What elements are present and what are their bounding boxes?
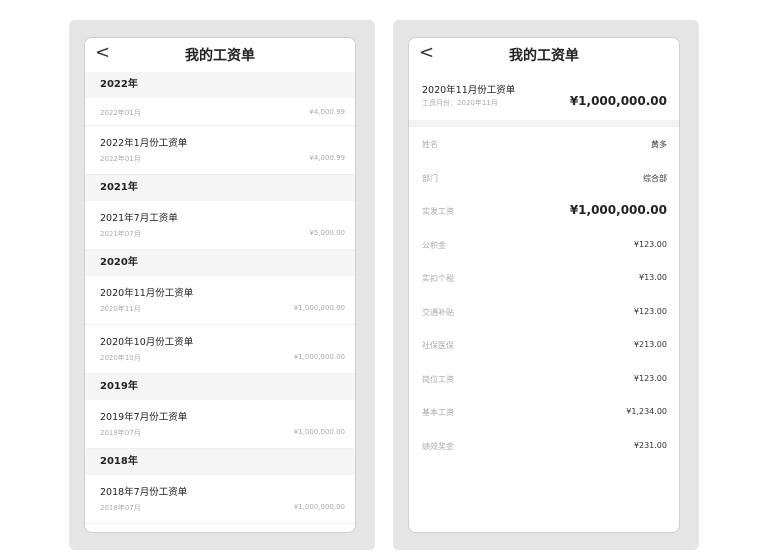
payslip-detail-panel: < 我的工资单 2020年11月份工资单 工资月份：2020年11月 ¥1,00…: [393, 20, 699, 550]
payslip-list-item[interactable]: 2021年7月工资单 2021年07月 ¥5,000.00: [85, 201, 355, 250]
payslip-item-name: 2021年7月工资单: [100, 213, 178, 224]
payslip-item-amount: ¥5,000.00: [309, 229, 345, 237]
payslip-item-amount: ¥1,000,000.00: [293, 428, 345, 436]
payslip-total: ¥1,000,000.00: [569, 94, 667, 108]
payslip-list-item[interactable]: 2022年01月 ¥4,000.99: [85, 98, 355, 126]
nav-bar: < 我的工资单: [85, 38, 355, 72]
page-title: 我的工资单: [509, 48, 579, 64]
detail-value: ¥123.00: [633, 373, 667, 383]
payslip-item-date: 2020年10月: [100, 354, 141, 362]
year-header: 2020年: [85, 250, 355, 276]
payslip-list: 2022年 2022年01月 ¥4,000.99 2022年1月份工资单 2022年01…: [85, 72, 355, 524]
detail-value: ¥1,234.00: [626, 407, 667, 416]
detail-label: 交通补贴: [422, 307, 454, 317]
detail-row: 社保医保 ¥213.00: [409, 328, 679, 362]
payslip-item-name: 2020年11月份工资单: [100, 288, 194, 299]
payslip-item-name: 2018年7月份工资单: [100, 487, 188, 498]
payslip-list-item[interactable]: 2020年10月份工资单 2020年10月 ¥1,000,000.00: [85, 325, 355, 374]
detail-value: ¥1,000,000.00: [569, 203, 667, 217]
detail-row: 绩效奖金 ¥231.00: [409, 429, 679, 463]
detail-label: 基本工资: [422, 408, 454, 417]
divider: [409, 120, 679, 127]
payslip-item-date: 2022年01月: [100, 109, 141, 117]
payslip-list-item[interactable]: 2019年7月份工资单 2019年07月 ¥1,000,000.00: [85, 400, 355, 449]
nav-bar: < 我的工资单: [409, 38, 679, 72]
payslip-item-amount: ¥4,000.99: [309, 108, 345, 116]
detail-label: 绩效奖金: [422, 441, 454, 451]
payslip-item-amount: ¥1,000,000.00: [293, 503, 345, 511]
year-header: 2021年: [85, 175, 355, 201]
detail-row: 交通补贴 ¥123.00: [409, 295, 679, 329]
detail-label: 姓名: [422, 140, 438, 149]
detail-value: ¥123.00: [633, 306, 667, 316]
year-header: 2019年: [85, 374, 355, 400]
detail-row: 部门 综合部: [409, 161, 679, 195]
detail-label: 公积金: [422, 240, 446, 250]
detail-label: 部门: [422, 173, 438, 183]
payslip-item-amount: ¥4,000.99: [309, 154, 345, 162]
payslip-item-amount: ¥1,000,000.00: [293, 353, 345, 361]
detail-label: 实扣个税: [422, 274, 454, 283]
payslip-item-name: 2022年1月份工资单: [100, 138, 188, 149]
detail-value: 黄多: [651, 140, 667, 149]
detail-value: ¥213.00: [633, 340, 667, 349]
payslip-item-date: 2021年07月: [100, 230, 141, 238]
detail-value: 综合部: [643, 173, 667, 183]
detail-label: 实发工资: [422, 207, 454, 216]
detail-row: 基本工资 ¥1,234.00: [409, 395, 679, 429]
payslip-item-name: 2020年10月份工资单: [100, 337, 194, 348]
year-header: 2018年: [85, 449, 355, 475]
detail-row: 公积金 ¥123.00: [409, 228, 679, 262]
detail-value: ¥231.00: [633, 440, 667, 450]
payslip-summary: 2020年11月份工资单 工资月份：2020年11月 ¥1,000,000.00: [409, 72, 679, 120]
detail-value: ¥123.00: [633, 239, 667, 249]
detail-row: 岗位工资 ¥123.00: [409, 362, 679, 396]
payslip-list-item[interactable]: 2022年1月份工资单 2022年01月 ¥4,000.99: [85, 126, 355, 175]
detail-row: 姓名 黄多: [409, 127, 679, 161]
payslip-item-date: 2019年07月: [100, 429, 141, 437]
payslip-detail-list: 姓名 黄多部门 综合部实发工资 ¥1,000,000.00 公积金 ¥123.00 实扣个税…: [409, 127, 679, 462]
page-title: 我的工资单: [185, 48, 255, 64]
payslip-list-screen: < 我的工资单 2022年 2022年01月 ¥4,000.99 2022年1月份工资…: [84, 37, 356, 533]
payslip-list-panel: < 我的工资单 2022年 2022年01月 ¥4,000.99 2022年1月份工资…: [69, 20, 375, 550]
year-header: 2022年: [85, 72, 355, 98]
payslip-detail-screen: < 我的工资单 2020年11月份工资单 工资月份：2020年11月 ¥1,00…: [408, 37, 680, 533]
detail-label: 岗位工资: [422, 374, 454, 384]
payslip-item-date: 2022年01月: [100, 155, 141, 163]
payslip-item-date: 2020年11月: [100, 305, 141, 313]
detail-row: 实发工资 ¥1,000,000.00: [409, 194, 679, 228]
payslip-list-item[interactable]: 2020年11月份工资单 2020年11月 ¥1,000,000.00: [85, 276, 355, 325]
detail-value: ¥13.00: [639, 273, 667, 282]
payslip-list-item[interactable]: 2018年7月份工资单 2018年07月 ¥1,000,000.00: [85, 475, 355, 524]
payslip-item-amount: ¥1,000,000.00: [293, 304, 345, 312]
payslip-item-date: 2018年07月: [100, 504, 141, 512]
payslip-month: 工资月份：2020年11月: [422, 99, 498, 107]
detail-row: 实扣个税 ¥13.00: [409, 261, 679, 295]
payslip-name: 2020年11月份工资单: [422, 85, 516, 96]
payslip-item-name: 2019年7月份工资单: [100, 412, 188, 423]
detail-label: 社保医保: [422, 341, 454, 350]
